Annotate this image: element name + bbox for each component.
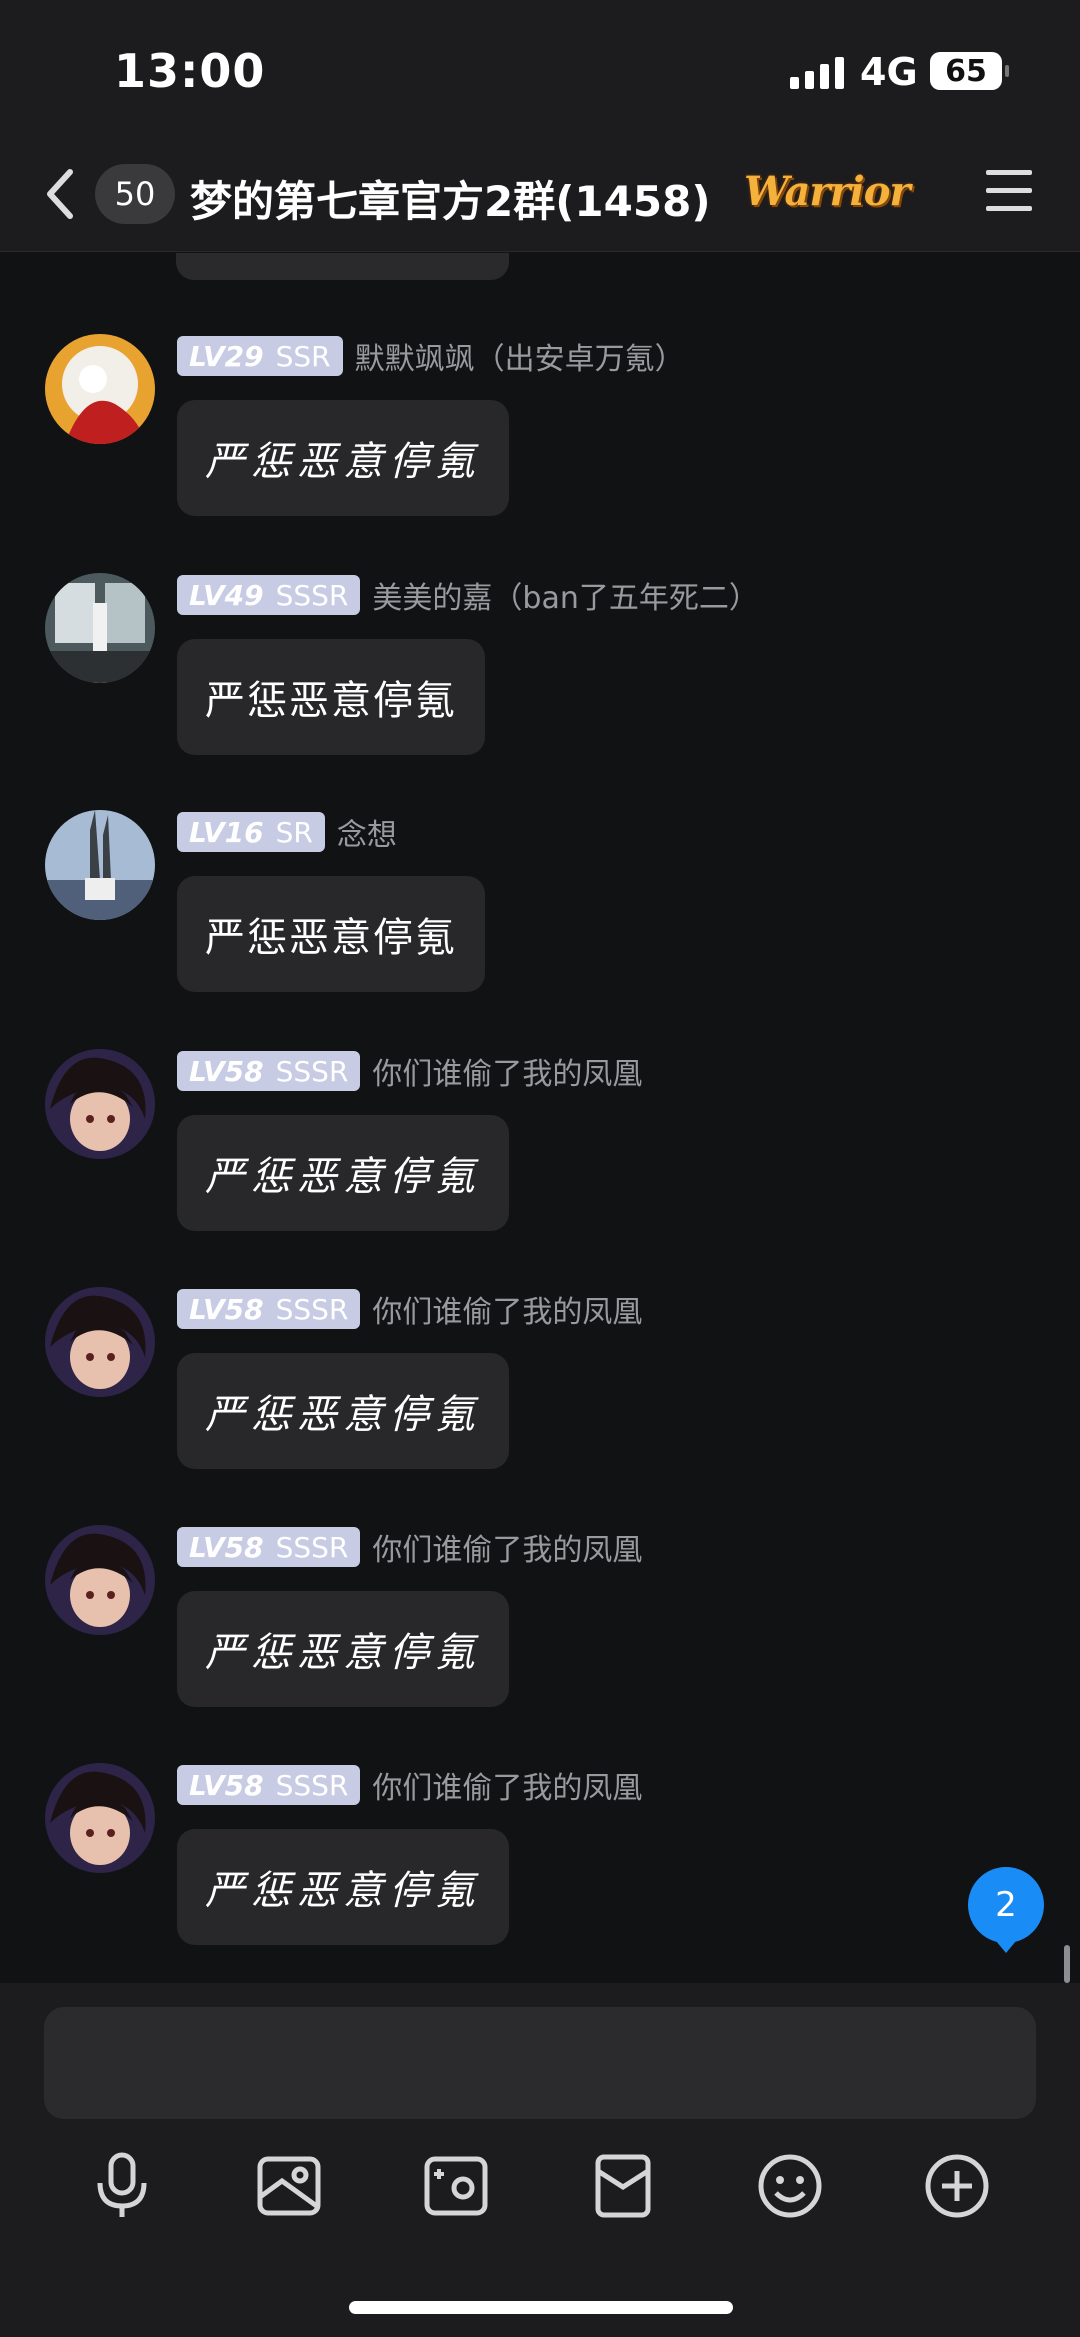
message-item: LV58 SSSR 你们谁偷了我的凤凰 严惩恶意停氪 [0, 1525, 1080, 1725]
battery-icon: 65 [930, 52, 1009, 90]
sender-meta: LV58 SSSR 你们谁偷了我的凤凰 [177, 1049, 642, 1093]
level-badge: LV58 SSSR [177, 1051, 361, 1091]
avatar[interactable] [45, 810, 155, 920]
level-badge: LV29 SSR [177, 336, 343, 376]
home-indicator[interactable] [349, 2301, 733, 2314]
scrollbar[interactable] [1064, 1945, 1070, 1983]
avatar[interactable] [45, 1525, 155, 1635]
message-bubble[interactable]: 严惩恶意停氪 [177, 639, 485, 755]
avatar[interactable] [45, 334, 155, 444]
message-bubble[interactable]: 严惩恶意停氪 [177, 876, 485, 992]
message-bubble[interactable]: 严惩恶意停氪 [177, 1829, 509, 1945]
unread-count-badge[interactable]: 50 [95, 164, 175, 224]
message-list[interactable]: LV29 SSR 默默飒飒（出安卓万氪） 严惩恶意停氪 LV49 SSSR 美美的嘉… [0, 253, 1080, 1983]
group-title[interactable]: 梦的第七章官方2群(1458) [190, 168, 711, 229]
sender-name[interactable]: 美美的嘉（ban了五年死二） [372, 573, 758, 617]
avatar[interactable] [45, 1763, 155, 1873]
message-input[interactable] [44, 2007, 1036, 2119]
group-badge-logo: Warrior [744, 168, 910, 215]
chat-header: 50 梦的第七章官方2群(1458) Warrior [0, 140, 1080, 252]
camera-icon[interactable] [418, 2148, 494, 2224]
new-message-count-button[interactable]: 2 [968, 1867, 1044, 1953]
message-item: LV58 SSSR 你们谁偷了我的凤凰 严惩恶意停氪 [0, 1049, 1080, 1249]
emoji-icon[interactable] [752, 2148, 828, 2224]
message-bubble[interactable]: 严惩恶意停氪 [177, 1115, 509, 1231]
plus-icon[interactable] [919, 2148, 995, 2224]
message-item: LV29 SSR 默默飒飒（出安卓万氪） 严惩恶意停氪 [0, 334, 1080, 534]
level-badge: LV49 SSSR [177, 575, 361, 615]
message-bubble[interactable]: 严惩恶意停氪 [177, 1591, 509, 1707]
signal-icon [790, 55, 844, 89]
battery-level: 65 [945, 53, 987, 89]
sender-name[interactable]: 你们谁偷了我的凤凰 [372, 1287, 642, 1331]
sender-name[interactable]: 默默飒飒（出安卓万氪） [355, 334, 685, 378]
sender-meta: LV29 SSR 默默飒飒（出安卓万氪） [177, 334, 685, 378]
level-badge: LV58 SSSR [177, 1765, 361, 1805]
microphone-icon[interactable] [84, 2148, 160, 2224]
status-bar: 13:00 4G 65 [0, 0, 1080, 140]
menu-icon[interactable] [986, 170, 1032, 214]
avatar[interactable] [45, 1287, 155, 1397]
sender-meta: LV58 SSSR 你们谁偷了我的凤凰 [177, 1763, 642, 1807]
avatar[interactable] [45, 573, 155, 683]
message-item: LV16 SR 念想 严惩恶意停氪 [0, 810, 1080, 1010]
red-packet-icon[interactable] [585, 2148, 661, 2224]
message-item: LV58 SSSR 你们谁偷了我的凤凰 严惩恶意停氪 [0, 1287, 1080, 1487]
sender-meta: LV58 SSSR 你们谁偷了我的凤凰 [177, 1287, 642, 1331]
message-bubble[interactable]: 严惩恶意停氪 [177, 1353, 509, 1469]
image-icon[interactable] [251, 2148, 327, 2224]
level-badge: LV58 SSSR [177, 1289, 361, 1329]
partial-message-bubble [176, 253, 509, 280]
sender-meta: LV16 SR 念想 [177, 810, 397, 854]
sender-name[interactable]: 你们谁偷了我的凤凰 [372, 1525, 642, 1569]
message-item: LV58 SSSR 你们谁偷了我的凤凰 严惩恶意停氪 [0, 1763, 1080, 1963]
composer [0, 1983, 1080, 2337]
message-bubble[interactable]: 严惩恶意停氪 [177, 400, 509, 516]
sender-name[interactable]: 你们谁偷了我的凤凰 [372, 1049, 642, 1093]
sender-name[interactable]: 你们谁偷了我的凤凰 [372, 1763, 642, 1807]
composer-toolbar [0, 2148, 1080, 2228]
message-item: LV49 SSSR 美美的嘉（ban了五年死二） 严惩恶意停氪 [0, 573, 1080, 773]
status-time: 13:00 [114, 44, 266, 98]
level-badge: LV16 SR [177, 812, 325, 852]
level-badge: LV58 SSSR [177, 1527, 361, 1567]
sender-name[interactable]: 念想 [337, 810, 397, 854]
sender-meta: LV49 SSSR 美美的嘉（ban了五年死二） [177, 573, 759, 617]
back-icon[interactable] [38, 164, 84, 224]
sender-meta: LV58 SSSR 你们谁偷了我的凤凰 [177, 1525, 642, 1569]
network-type: 4G [860, 50, 918, 94]
avatar[interactable] [45, 1049, 155, 1159]
